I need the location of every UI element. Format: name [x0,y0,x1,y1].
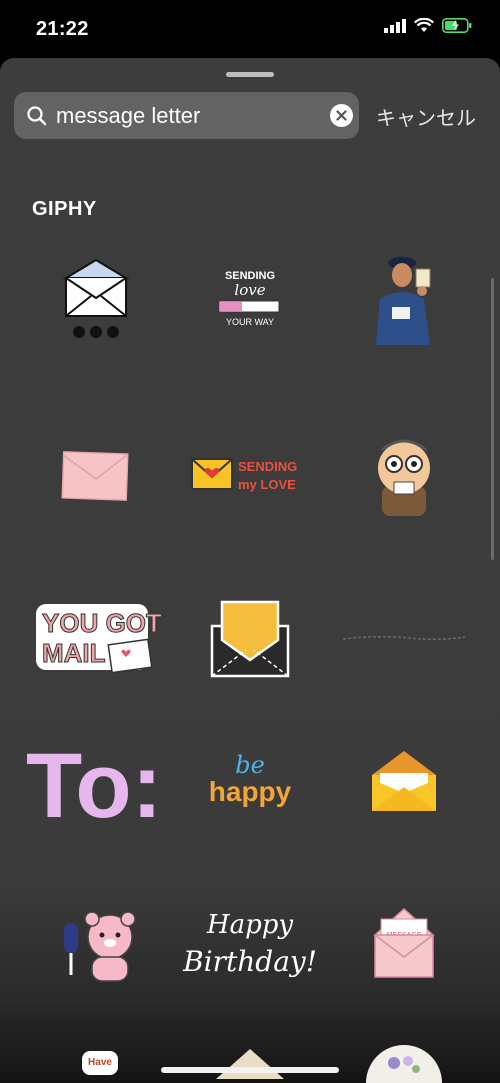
envelope-icon [210,600,290,678]
sticker-happy-birthday[interactable]: Happy Birthday! [175,868,325,1018]
sticker-be-happy[interactable]: be happy [175,705,325,855]
close-icon [336,110,347,121]
sticker-have[interactable]: Have [21,1043,171,1083]
status-bar: 21:22 [0,0,500,58]
sticker-faint-line[interactable] [329,563,479,713]
sticker-sending-love[interactable]: SENDING love YOUR WAY [175,225,325,375]
sticker-pink-bear[interactable] [21,868,171,1018]
status-time: 21:22 [36,18,89,40]
envelope-icon: MESSAGE ME [373,907,435,978]
sticker-cartoon-man[interactable] [329,401,479,551]
sticker-message-me[interactable]: MESSAGE ME [329,868,479,1018]
sticker-flower-circle[interactable] [329,1043,479,1083]
sticker-text: MAIL [42,638,106,668]
sheet-grabber[interactable] [226,72,274,77]
search-icon [27,106,47,126]
sticker-envelope-dots[interactable] [21,225,171,375]
section-label-giphy: GIPHY [32,198,97,220]
envelope-icon [62,258,130,338]
clear-search-button[interactable] [330,104,353,127]
wifi-icon [414,18,434,32]
sticker-postman-letter[interactable] [329,225,479,375]
sticker-sending-my-love[interactable]: SENDING my LOVE [175,401,325,551]
search-field[interactable] [14,92,359,139]
sticker-open-envelope[interactable] [175,563,325,713]
envelope-icon [61,450,129,501]
signal-icon [384,18,406,33]
sticker-text: happy [209,776,292,807]
sticker-yellow-envelope[interactable] [329,705,479,855]
sticker-text: YOU GOT [42,608,162,638]
sticker-text: my LOVE [238,477,296,492]
scrollbar[interactable] [491,278,494,560]
sticker-you-got-mail[interactable]: YOU GOT MAIL [21,563,171,713]
sticker-sheet: キャンセル GIPHY SENDING love YOUR WAY [0,58,500,1083]
cancel-button[interactable]: キャンセル [376,102,476,131]
status-icons [384,18,472,33]
search-input[interactable] [56,92,326,139]
sticker-text: SENDING [238,459,297,474]
sticker-to[interactable]: To: [21,705,171,855]
battery-charging-icon [442,18,472,33]
sticker-text: love [234,281,265,299]
sticker-pink-envelope[interactable] [21,401,171,551]
sticker-text: Birthday! [182,945,317,978]
sticker-text: Have [88,1057,112,1068]
sticker-text: be [235,751,265,779]
sticker-text: To: [26,735,162,837]
sticker-triangle[interactable] [175,1043,325,1083]
sticker-text: Happy [206,910,293,940]
home-indicator[interactable] [161,1067,339,1073]
sticker-text: YOUR WAY [226,317,274,327]
envelope-icon [372,751,436,811]
